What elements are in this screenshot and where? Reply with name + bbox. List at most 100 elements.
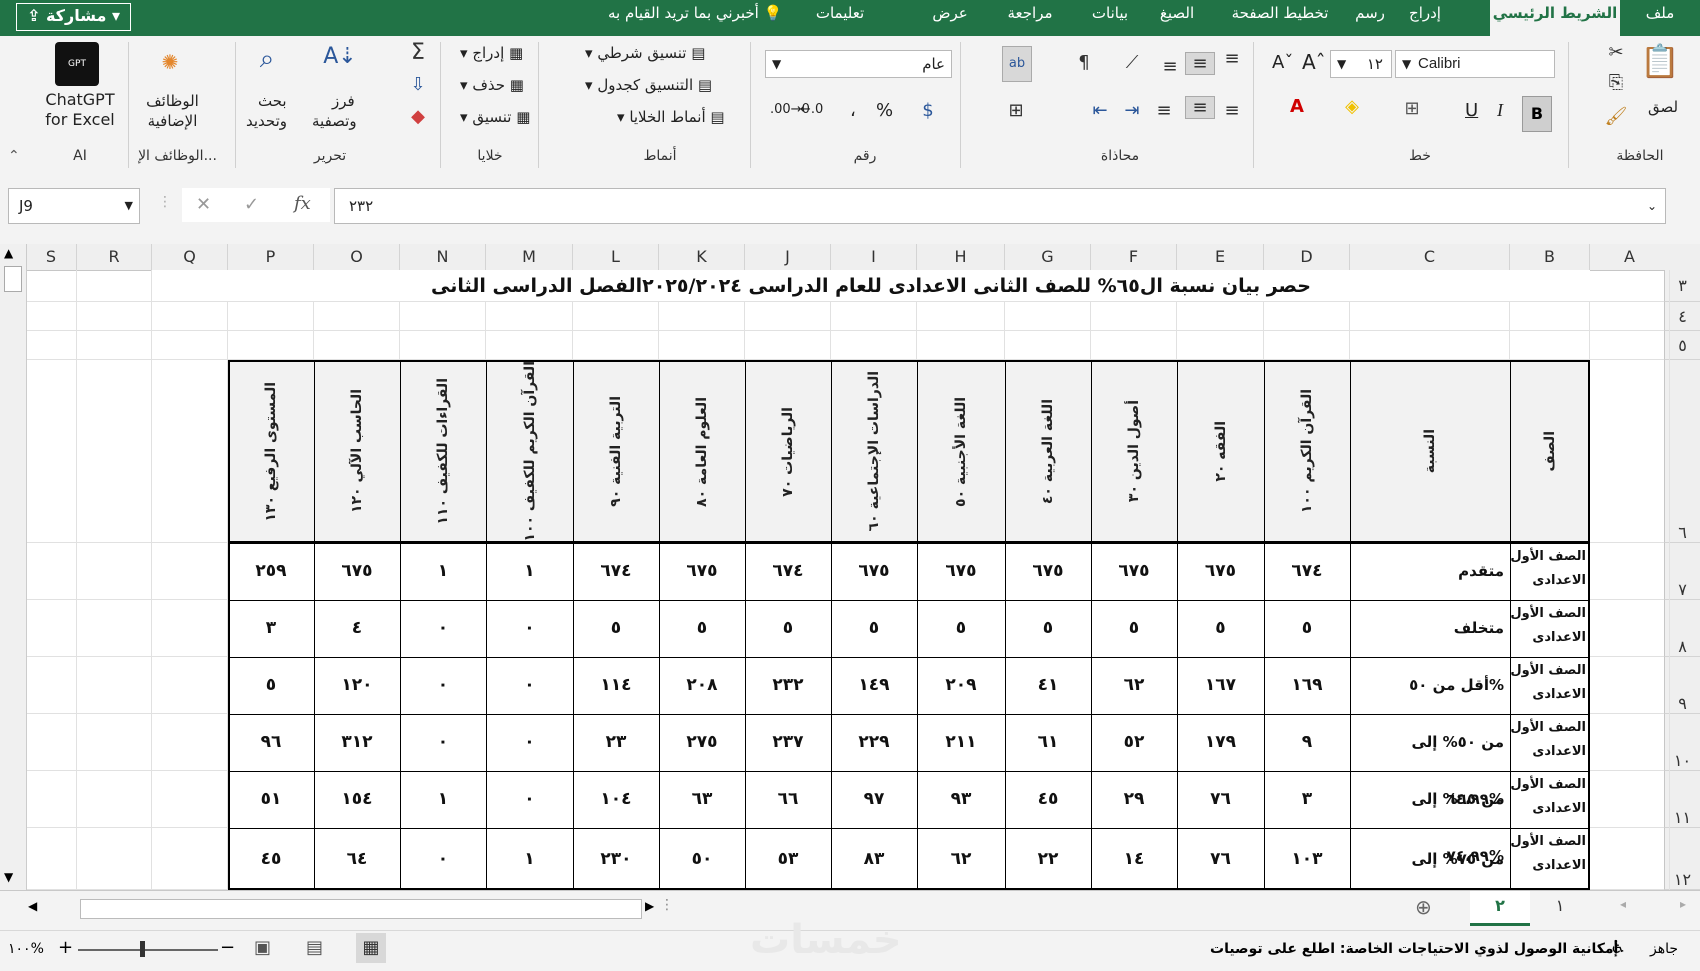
table-header-cell[interactable]: أصول الدين ٣٠ [1091, 360, 1177, 543]
table-cell[interactable]: ٢١١ [917, 714, 1005, 771]
table-cell[interactable]: ٦١ [1005, 714, 1091, 771]
increase-decimal-icon[interactable]: ←.0 [800, 102, 823, 117]
scroll-right-icon[interactable]: ▶ [645, 899, 654, 913]
find-label-line2[interactable]: وتحديد [246, 112, 287, 130]
table-cell[interactable]: ٥ [1264, 600, 1350, 657]
grade-cell[interactable]: الصف الأول الاعدادى [1510, 830, 1586, 888]
column-header[interactable]: N [400, 244, 486, 271]
table-cell[interactable]: ٠ [486, 657, 573, 714]
table-header-cell[interactable]: اللغة الأجنبية ٥٠ [917, 360, 1005, 543]
table-cell[interactable]: ٥ [1091, 600, 1177, 657]
column-header[interactable]: P [228, 244, 314, 271]
column-header[interactable]: D [1264, 244, 1350, 271]
table-cell[interactable]: ٦٧٥ [1005, 543, 1091, 600]
table-header-cell[interactable]: الدراسات الإجتماعية ٦٠ [831, 360, 917, 543]
column-header[interactable]: A [1590, 244, 1670, 271]
expand-formula-icon[interactable]: ⌄ [1647, 189, 1657, 223]
cancel-icon[interactable]: ✕ [196, 194, 211, 215]
find-icon[interactable]: ⌕ [252, 44, 282, 75]
column-header[interactable]: H [917, 244, 1005, 271]
format-as-table-button[interactable]: ▾ التنسيق كجدول ▤ [585, 76, 712, 94]
font-name-dropdown[interactable]: ▼ Calibri [1395, 50, 1555, 78]
table-cell[interactable]: ١ [400, 543, 486, 600]
share-button[interactable]: ⇪ مشاركة ▾ [16, 3, 131, 31]
sort-filter-icon[interactable]: A⇣ [320, 44, 360, 69]
tab-draw[interactable]: رسم [1345, 0, 1395, 36]
autosum-icon[interactable]: Σ [406, 40, 430, 65]
table-cell[interactable]: ٦٤ [314, 828, 400, 890]
currency-icon[interactable]: $ [916, 100, 940, 121]
table-cell[interactable]: ١٢٠ [314, 657, 400, 714]
tab-insert[interactable]: إدراج [1400, 0, 1450, 36]
column-header[interactable]: R [77, 244, 152, 271]
page-layout-view-icon[interactable]: ▤ [306, 937, 323, 958]
collapse-ribbon-icon[interactable]: ⌃ [8, 148, 20, 164]
wrap-text-icon[interactable]: ab [1002, 46, 1032, 82]
category-cell[interactable]: أقل من ٥٠% [1350, 657, 1504, 714]
clear-icon[interactable]: ◆ [406, 106, 430, 127]
table-cell[interactable]: ١١٤ [573, 657, 659, 714]
tab-data[interactable]: بيانات [1080, 0, 1140, 36]
table-cell[interactable]: ١٠٤ [573, 771, 659, 828]
table-header-cell[interactable]: التربية الفنية ٩٠ [573, 360, 659, 543]
tab-page-layout[interactable]: تخطيط الصفحة [1225, 0, 1335, 36]
increase-font-icon[interactable]: Aˆ [1302, 50, 1326, 74]
table-cell[interactable]: ٢٠٩ [917, 657, 1005, 714]
sheet-tab-active[interactable]: ٢ [1470, 891, 1530, 926]
table-header-cell[interactable]: الحاسب الآلي ١٢٠ [314, 360, 400, 543]
scroll-up-icon[interactable]: ▲ [4, 246, 13, 260]
table-header-cell[interactable]: الرياضيات ٧٠ [745, 360, 831, 543]
column-header[interactable]: O [314, 244, 400, 271]
table-cell[interactable]: ٥ [573, 600, 659, 657]
category-cell[interactable]: متقدم [1350, 543, 1504, 600]
merge-center-icon[interactable]: ⊞ [1002, 100, 1030, 121]
drag-handle-icon[interactable]: ⋮ [158, 194, 172, 210]
chatgpt-button-line1[interactable]: ChatGPT [40, 90, 120, 109]
paste-label[interactable]: لصق [1648, 98, 1678, 116]
delete-cells-button[interactable]: ▾ حذف ▦ [460, 76, 524, 94]
decrease-font-icon[interactable]: Aˇ [1272, 52, 1293, 73]
split-handle-icon[interactable]: ⋮ [660, 897, 674, 913]
zoom-slider-thumb[interactable] [140, 941, 145, 957]
paste-icon[interactable]: 📋 [1640, 42, 1680, 80]
column-header[interactable]: I [831, 244, 917, 271]
table-cell[interactable]: ١٠٣ [1264, 828, 1350, 890]
table-cell[interactable]: ٥ [831, 600, 917, 657]
table-cell[interactable]: ٦٧٥ [659, 543, 745, 600]
column-header[interactable]: E [1177, 244, 1264, 271]
table-cell[interactable]: ٢٣٢ [745, 657, 831, 714]
table-cell[interactable]: ٥ [228, 657, 314, 714]
table-cell[interactable]: ٦٧٥ [1177, 543, 1264, 600]
table-cell[interactable]: ٤١ [1005, 657, 1091, 714]
table-cell[interactable]: ٦٣ [659, 771, 745, 828]
table-cell[interactable]: ٢٢٩ [831, 714, 917, 771]
table-header-cell[interactable]: النسبة [1350, 360, 1510, 543]
orientation-icon[interactable]: ⟋ [1120, 52, 1144, 73]
table-cell[interactable]: ٧٦ [1177, 771, 1264, 828]
fill-color-icon[interactable]: ◈ [1340, 96, 1364, 117]
font-size-dropdown[interactable]: ▼ ١٢ [1330, 50, 1392, 78]
zoom-level[interactable]: ١٠٠% [8, 941, 44, 957]
table-cell[interactable]: ٢٧٥ [659, 714, 745, 771]
select-all-corner[interactable] [1664, 244, 1700, 271]
table-cell[interactable]: ٦٧٤ [1264, 543, 1350, 600]
tab-view[interactable]: عرض [920, 0, 980, 36]
prev-sheet-icon[interactable]: ◂ [1620, 897, 1626, 911]
table-cell[interactable]: ١٤٩ [831, 657, 917, 714]
tab-file[interactable]: ملف [1630, 0, 1690, 36]
grade-cell[interactable]: الصف الأول الاعدادى [1510, 602, 1586, 655]
table-cell[interactable]: ٠ [486, 600, 573, 657]
table-cell[interactable]: ٩٦ [228, 714, 314, 771]
tab-review[interactable]: مراجعة [995, 0, 1065, 36]
align-left-icon[interactable]: ≡ [1152, 100, 1176, 121]
table-cell[interactable]: ٥ [1005, 600, 1091, 657]
align-center-icon[interactable]: ≡ [1185, 96, 1215, 119]
table-cell[interactable]: ٣ [1264, 771, 1350, 828]
table-cell[interactable]: ٠ [400, 714, 486, 771]
category-cell[interactable]: من ٥٠% إلى ٦٤،٩٩% [1350, 714, 1504, 808]
tab-help[interactable]: تعليمات [810, 0, 870, 36]
bold-button[interactable]: B [1522, 96, 1552, 132]
name-box[interactable]: J9 ▼ [8, 188, 140, 224]
table-cell[interactable]: ٥١ [228, 771, 314, 828]
copy-icon[interactable]: ⎘ [1604, 72, 1628, 93]
